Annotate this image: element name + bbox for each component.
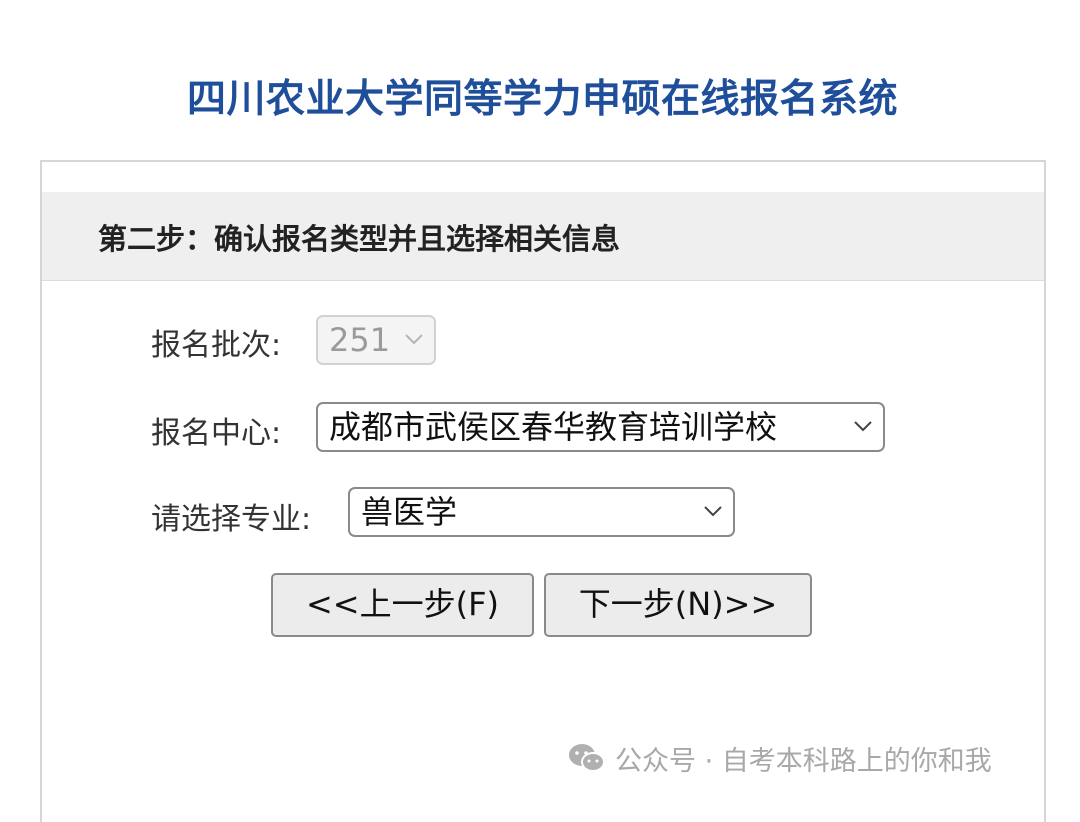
center-select-value: 成都市武侯区春华教育培训学校 <box>329 408 778 446</box>
major-select-value: 兽医学 <box>361 493 458 531</box>
chevron-down-icon <box>704 506 722 517</box>
major-label: 请选择专业: <box>151 502 312 537</box>
prev-step-button[interactable]: <<上一步(F) <box>271 573 534 637</box>
batch-select[interactable]: 251 <box>316 315 436 365</box>
next-step-button[interactable]: 下一步(N)>> <box>544 573 812 637</box>
watermark: 公众号 · 自考本科路上的你和我 <box>567 738 992 778</box>
wechat-icon <box>569 744 605 772</box>
chevron-down-icon <box>854 421 872 432</box>
batch-label: 报名批次: <box>151 328 282 363</box>
chevron-down-icon <box>405 334 423 345</box>
step-header: 第二步：确认报名类型并且选择相关信息 <box>42 192 1044 281</box>
step-title: 第二步：确认报名类型并且选择相关信息 <box>98 222 621 256</box>
watermark-text: 公众号 · 自考本科路上的你和我 <box>615 745 992 777</box>
center-select[interactable]: 成都市武侯区春华教育培训学校 <box>316 402 885 452</box>
major-select[interactable]: 兽医学 <box>348 487 735 537</box>
center-label: 报名中心: <box>151 416 282 451</box>
batch-select-value: 251 <box>329 321 391 359</box>
page-title: 四川农业大学同等学力申硕在线报名系统 <box>186 77 898 122</box>
